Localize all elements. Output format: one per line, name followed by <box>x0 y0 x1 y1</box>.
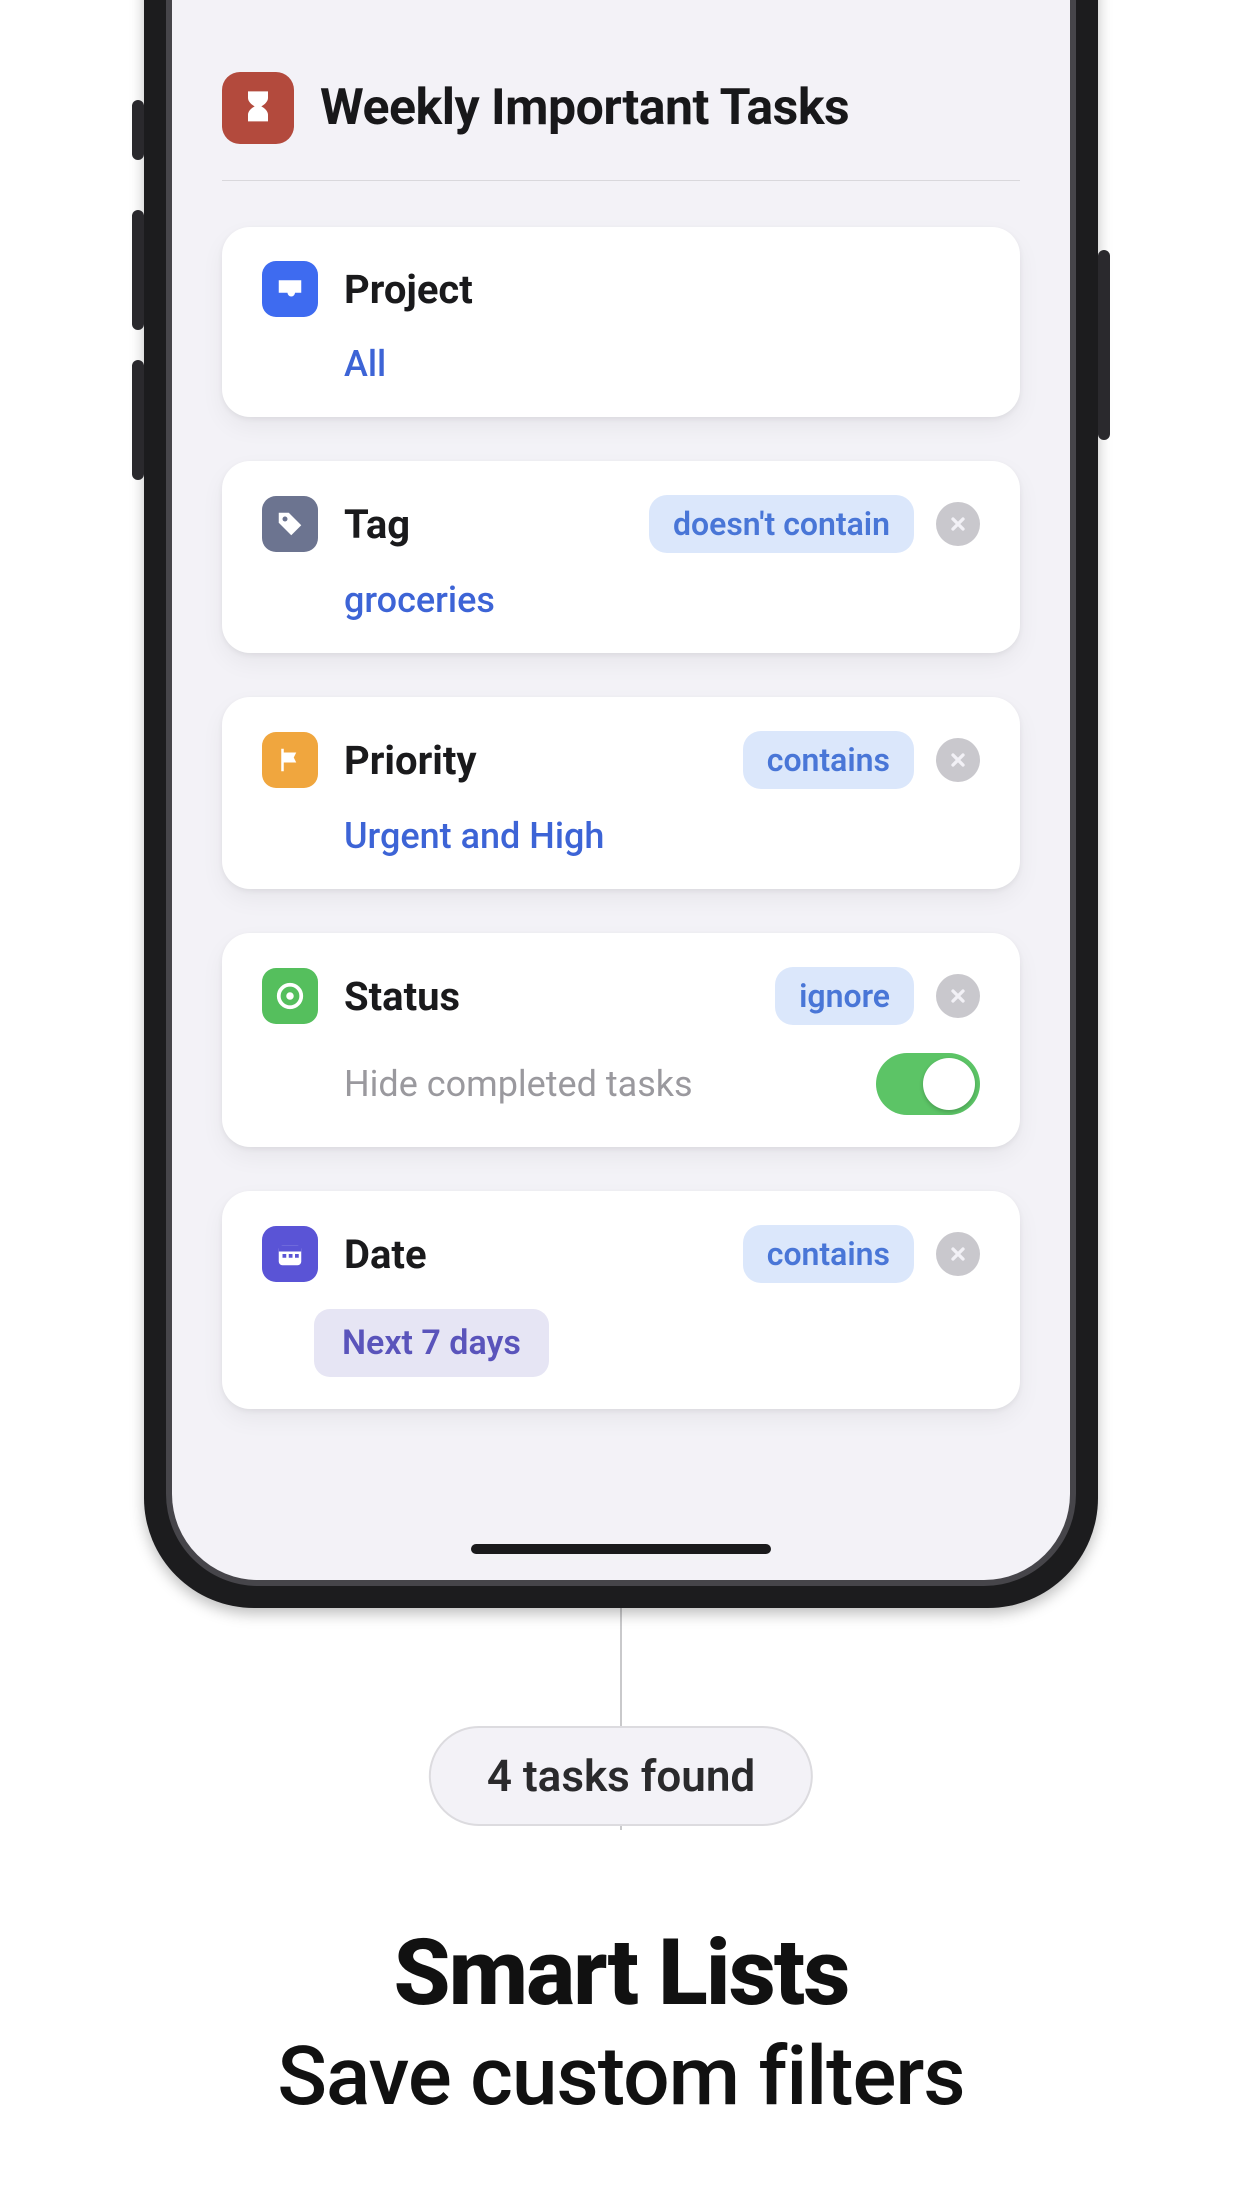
remove-filter-button[interactable] <box>936 738 980 782</box>
close-icon <box>948 514 968 534</box>
hourglass-icon <box>222 72 294 144</box>
condition-pill[interactable]: doesn't contain <box>649 495 914 553</box>
condition-pill[interactable]: ignore <box>775 967 914 1025</box>
filter-card-project[interactable]: Project All <box>222 227 1020 417</box>
marketing-caption: Smart Lists Save custom filters <box>0 1920 1242 2125</box>
target-icon <box>262 968 318 1024</box>
marketing-title: Smart Lists <box>0 1920 1242 2027</box>
close-icon <box>948 986 968 1006</box>
phone-volume-down <box>132 360 144 480</box>
filter-value[interactable]: Urgent and High <box>344 815 980 857</box>
condition-pill[interactable]: contains <box>743 1225 914 1283</box>
phone-frame: Weekly Important Tasks Project All <box>144 0 1098 1608</box>
marketing-subtitle: Save custom filters <box>0 2029 1242 2125</box>
phone-power-button <box>1098 250 1110 440</box>
hide-completed-toggle[interactable] <box>876 1053 980 1115</box>
phone-screen: Weekly Important Tasks Project All <box>172 0 1070 1580</box>
filter-title: Status <box>344 973 775 1020</box>
filter-title: Date <box>344 1231 743 1278</box>
condition-pill[interactable]: contains <box>743 731 914 789</box>
filter-card-priority[interactable]: Priority contains Urgent and High <box>222 697 1020 889</box>
inbox-icon <box>262 261 318 317</box>
close-icon <box>948 750 968 770</box>
header: Weekly Important Tasks <box>222 48 1020 181</box>
home-indicator[interactable] <box>471 1544 771 1554</box>
close-icon <box>948 1244 968 1264</box>
filter-card-tag[interactable]: Tag doesn't contain groceries <box>222 461 1020 653</box>
phone-side-button <box>132 100 144 160</box>
list-title[interactable]: Weekly Important Tasks <box>320 79 849 137</box>
remove-filter-button[interactable] <box>936 502 980 546</box>
filter-title: Priority <box>344 737 743 784</box>
filter-card-status[interactable]: Status ignore Hide completed tasks <box>222 933 1020 1147</box>
smart-list-editor: Weekly Important Tasks Project All <box>172 0 1070 1409</box>
calendar-icon <box>262 1226 318 1282</box>
filter-value[interactable]: groceries <box>344 579 980 621</box>
phone-inner-frame: Weekly Important Tasks Project All <box>166 0 1076 1586</box>
filter-title: Tag <box>344 501 649 548</box>
filter-title: Project <box>344 266 980 313</box>
remove-filter-button[interactable] <box>936 974 980 1018</box>
hide-completed-label: Hide completed tasks <box>344 1063 876 1105</box>
tag-icon <box>262 496 318 552</box>
flag-icon <box>262 732 318 788</box>
filter-value[interactable]: All <box>344 343 980 385</box>
remove-filter-button[interactable] <box>936 1232 980 1276</box>
results-count-badge: 4 tasks found <box>429 1726 813 1826</box>
filter-card-date[interactable]: Date contains Next 7 days <box>222 1191 1020 1409</box>
date-range-chip[interactable]: Next 7 days <box>314 1309 549 1377</box>
phone-volume-up <box>132 210 144 330</box>
